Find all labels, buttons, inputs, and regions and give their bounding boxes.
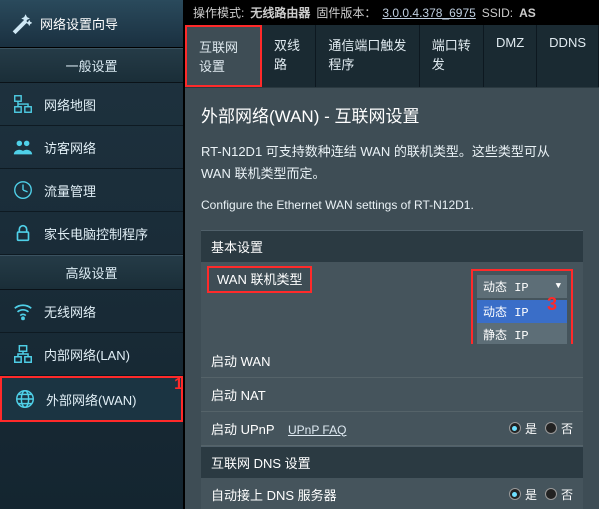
- row-enable-nat: 启动 NAT: [201, 378, 583, 412]
- advanced-header: 高级设置: [0, 255, 183, 290]
- enable-upnp-label: 启动 UPnP: [211, 422, 274, 437]
- wan-type-option[interactable]: 静态 IP: [477, 323, 567, 346]
- radio-icon: [509, 488, 521, 500]
- radio-icon: [509, 422, 521, 434]
- wand-icon: [10, 13, 32, 35]
- sidebar-item-label: 访客网络: [44, 138, 96, 157]
- wan-type-label: WAN 联机类型: [207, 266, 312, 293]
- enable-wan-label: 启动 WAN: [211, 351, 411, 370]
- annotation-3: 3: [547, 294, 557, 315]
- sidebar-item-wan[interactable]: 外部网络(WAN) 1: [0, 376, 183, 422]
- page-desc-en: Configure the Ethernet WAN settings of R…: [201, 195, 583, 215]
- sidebar-item-label: 无线网络: [44, 302, 96, 321]
- enable-nat-label: 启动 NAT: [211, 385, 411, 404]
- annotation-1: 1: [174, 376, 183, 394]
- sidebar-item-lan[interactable]: 内部网络(LAN): [0, 333, 183, 376]
- upnp-no[interactable]: 否: [545, 420, 573, 437]
- auto-dns-label: 自动接上 DNS 服务器: [211, 485, 411, 504]
- wizard-button[interactable]: 网络设置向导: [0, 0, 183, 48]
- tab-dualwan[interactable]: 双线路: [262, 25, 316, 87]
- lock-icon: [12, 222, 34, 244]
- fw-label: 固件版本：: [316, 4, 376, 21]
- sidebar-item-guest-network[interactable]: 访客网络: [0, 126, 183, 169]
- traffic-icon: [12, 179, 34, 201]
- wizard-label: 网络设置向导: [40, 14, 118, 33]
- wifi-icon: [12, 300, 34, 322]
- sidebar-item-traffic[interactable]: 流量管理: [0, 169, 183, 212]
- basic-settings-title: 基本设置: [201, 230, 583, 262]
- wan-type-selected: 动态 IP: [483, 278, 529, 295]
- upnp-yes[interactable]: 是: [509, 420, 537, 437]
- tab-port-trigger[interactable]: 通信端口触发程序: [316, 25, 419, 87]
- tab-ddns[interactable]: DDNS: [537, 25, 599, 87]
- mode-value: 无线路由器: [250, 4, 310, 21]
- network-map-icon: [12, 93, 34, 115]
- sidebar-item-label: 家长电脑控制程序: [44, 224, 148, 243]
- page-title: 外部网络(WAN) - 互联网设置: [201, 102, 583, 127]
- radio-icon: [545, 488, 557, 500]
- chevron-down-icon: ▼: [556, 281, 561, 291]
- tab-dmz[interactable]: DMZ: [484, 25, 537, 87]
- tab-internet[interactable]: 互联网设置: [185, 25, 262, 87]
- guest-icon: [12, 136, 34, 158]
- lan-icon: [12, 343, 34, 365]
- mode-label: 操作模式:: [193, 4, 244, 21]
- page-desc-cn: RT-N12D1 可支持数种连结 WAN 的联机类型。这些类型可从 WAN 联机…: [201, 141, 583, 185]
- dns-settings-title: 互联网 DNS 设置: [201, 446, 583, 478]
- row-enable-upnp: 启动 UPnP UPnP FAQ 是 否: [201, 412, 583, 446]
- tabs: 互联网设置 双线路 通信端口触发程序 端口转发 DMZ DDNS: [185, 25, 599, 88]
- sidebar-item-wireless[interactable]: 无线网络: [0, 290, 183, 333]
- fw-value[interactable]: 3.0.0.4.378_6975: [382, 6, 475, 20]
- ssid-label: SSID:: [482, 6, 513, 20]
- upnp-faq-link[interactable]: UPnP FAQ: [288, 423, 346, 437]
- sidebar-item-network-map[interactable]: 网络地图: [0, 83, 183, 126]
- ssid-value: AS: [519, 6, 536, 20]
- globe-icon: [14, 388, 36, 410]
- general-header: 一般设置: [0, 48, 183, 83]
- dns-no[interactable]: 否: [545, 486, 573, 503]
- sidebar-item-label: 内部网络(LAN): [44, 345, 130, 364]
- tab-port-forward[interactable]: 端口转发: [420, 25, 484, 87]
- sidebar-item-parental[interactable]: 家长电脑控制程序: [0, 212, 183, 255]
- dns-yes[interactable]: 是: [509, 486, 537, 503]
- radio-icon: [545, 422, 557, 434]
- sidebar-item-label: 外部网络(WAN): [46, 390, 137, 409]
- topbar: 操作模式: 无线路由器 固件版本： 3.0.0.4.378_6975 SSID:…: [185, 0, 599, 25]
- row-enable-wan: 启动 WAN: [201, 344, 583, 378]
- sidebar-item-label: 流量管理: [44, 181, 96, 200]
- row-auto-dns: 自动接上 DNS 服务器 是 否: [201, 478, 583, 509]
- sidebar-item-label: 网络地图: [44, 95, 96, 114]
